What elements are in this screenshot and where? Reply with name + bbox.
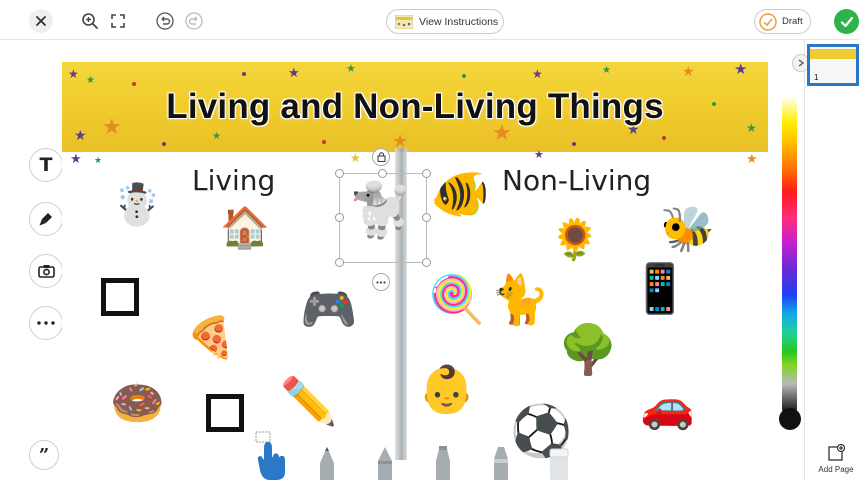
instructions-thumbnail-icon [395, 14, 413, 29]
resize-handle[interactable] [335, 169, 344, 178]
add-page-button[interactable]: Add Page [814, 444, 858, 480]
poodle-sticker[interactable]: 🐩 [348, 185, 413, 237]
selected-color-swatch[interactable] [779, 408, 801, 430]
highlighter-tool-icon [494, 447, 508, 480]
checkbox-square[interactable] [206, 394, 244, 432]
cat-sticker[interactable]: 🐈 [490, 276, 550, 324]
lock-handle[interactable] [372, 148, 390, 166]
donut-sticker[interactable]: 🍩 [110, 382, 165, 426]
draft-label: Draft [782, 16, 803, 27]
title-banner: ★ ★ ★ ★ ★ ★ ★ ★ ★ ★ ★ ★ ★ ★ ★ Living and… [62, 62, 768, 152]
more-tools-button[interactable] [29, 306, 63, 340]
add-page-label: Add Page [818, 465, 854, 474]
close-icon [36, 16, 46, 26]
undo-icon [156, 12, 174, 30]
quote-icon: ” [38, 444, 50, 466]
eraser-tool-icon [549, 448, 569, 480]
hand-pointer-icon [255, 431, 285, 480]
pencil-tool-icon [320, 447, 334, 480]
nonliving-heading: Non-Living [502, 164, 652, 197]
text-tool-button[interactable]: T [29, 148, 63, 182]
resize-handle[interactable] [378, 169, 387, 178]
phone-sticker[interactable]: 📱 [630, 265, 690, 313]
color-picker-slider[interactable] [782, 96, 797, 416]
bee-sticker[interactable]: 🐝 [660, 208, 715, 252]
submit-button[interactable] [834, 9, 859, 34]
close-button[interactable] [29, 9, 53, 33]
pages-panel [804, 40, 859, 480]
resize-handle[interactable] [422, 258, 431, 267]
pizza-sticker[interactable]: 🍕 [186, 318, 236, 358]
view-instructions-label: View Instructions [419, 15, 499, 28]
highlighter-tool[interactable] [488, 445, 514, 480]
marker-tool[interactable] [430, 445, 456, 480]
draft-status-button[interactable]: Draft [754, 9, 811, 34]
check-icon [840, 16, 853, 27]
checkbox-square[interactable] [101, 278, 139, 316]
thumbnail-banner [810, 49, 856, 59]
zoom-in-icon [82, 13, 98, 29]
page-number: 1 [814, 73, 819, 82]
microphone-icon [39, 213, 52, 226]
star-decoration: ★ [534, 149, 544, 161]
fullscreen-icon [111, 14, 125, 28]
redo-button[interactable] [182, 9, 206, 33]
chevron-right-icon [798, 59, 804, 67]
page-thumbnail[interactable]: 1 [807, 44, 859, 86]
app-window: View Instructions Draft T ” ★ ★ ★ ★ ★ ★ [0, 0, 859, 480]
pen-tool-icon [378, 447, 392, 480]
lollipop-sticker[interactable]: 🍭 [428, 276, 485, 322]
sunflower-sticker[interactable]: 🌻 [550, 220, 600, 260]
marker-tool-icon [436, 446, 450, 480]
fish-sticker[interactable]: 🐠 [430, 170, 490, 218]
pencil-tool[interactable] [314, 445, 340, 480]
quote-button[interactable]: ” [29, 440, 59, 470]
zoom-button[interactable] [78, 9, 102, 33]
top-toolbar: View Instructions Draft [0, 0, 859, 40]
resize-handle[interactable] [335, 213, 344, 222]
view-instructions-button[interactable]: View Instructions [386, 9, 504, 34]
eraser-tool[interactable] [546, 445, 572, 480]
camera-tool-button[interactable] [29, 254, 63, 288]
text-tool-label: T [39, 154, 53, 176]
camera-icon [37, 265, 55, 278]
add-page-icon [828, 444, 846, 461]
star-decoration: ★ [94, 155, 103, 165]
baby-sticker[interactable]: 👶 [418, 366, 475, 412]
gamepad-sticker[interactable]: 🎮 [300, 286, 357, 332]
more-icon [376, 280, 386, 284]
house-sticker[interactable]: 🏠 [220, 208, 270, 248]
banner-title: Living and Non-Living Things [166, 87, 664, 126]
resize-handle[interactable] [335, 258, 344, 267]
pen-tool[interactable] [372, 445, 398, 480]
undo-button[interactable] [153, 9, 177, 33]
star-decoration: ★ [70, 151, 82, 166]
living-heading: Living [192, 164, 276, 197]
tree-sticker[interactable]: 🌳 [558, 326, 618, 374]
star-decoration: ★ [746, 151, 758, 166]
more-icon [37, 321, 55, 325]
car-sticker[interactable]: 🚗 [640, 385, 695, 429]
microphone-tool-button[interactable] [29, 202, 63, 236]
snowman-sticker[interactable]: ☃️ [112, 185, 162, 225]
pencil-sticker[interactable]: ✏️ [280, 378, 337, 424]
star-decoration: ★ [350, 151, 361, 165]
object-menu-button[interactable] [372, 273, 390, 291]
redo-icon [185, 12, 203, 30]
fullscreen-button[interactable] [106, 9, 130, 33]
lock-icon [376, 152, 386, 162]
drawing-canvas[interactable]: ★ ★ ★ ★ ★ ★ ★ ★ ★ ★ ★ ★ ★ ★ ★ Living and… [62, 40, 784, 480]
draft-check-icon [759, 12, 777, 31]
hand-pointer-tool[interactable] [254, 430, 290, 480]
